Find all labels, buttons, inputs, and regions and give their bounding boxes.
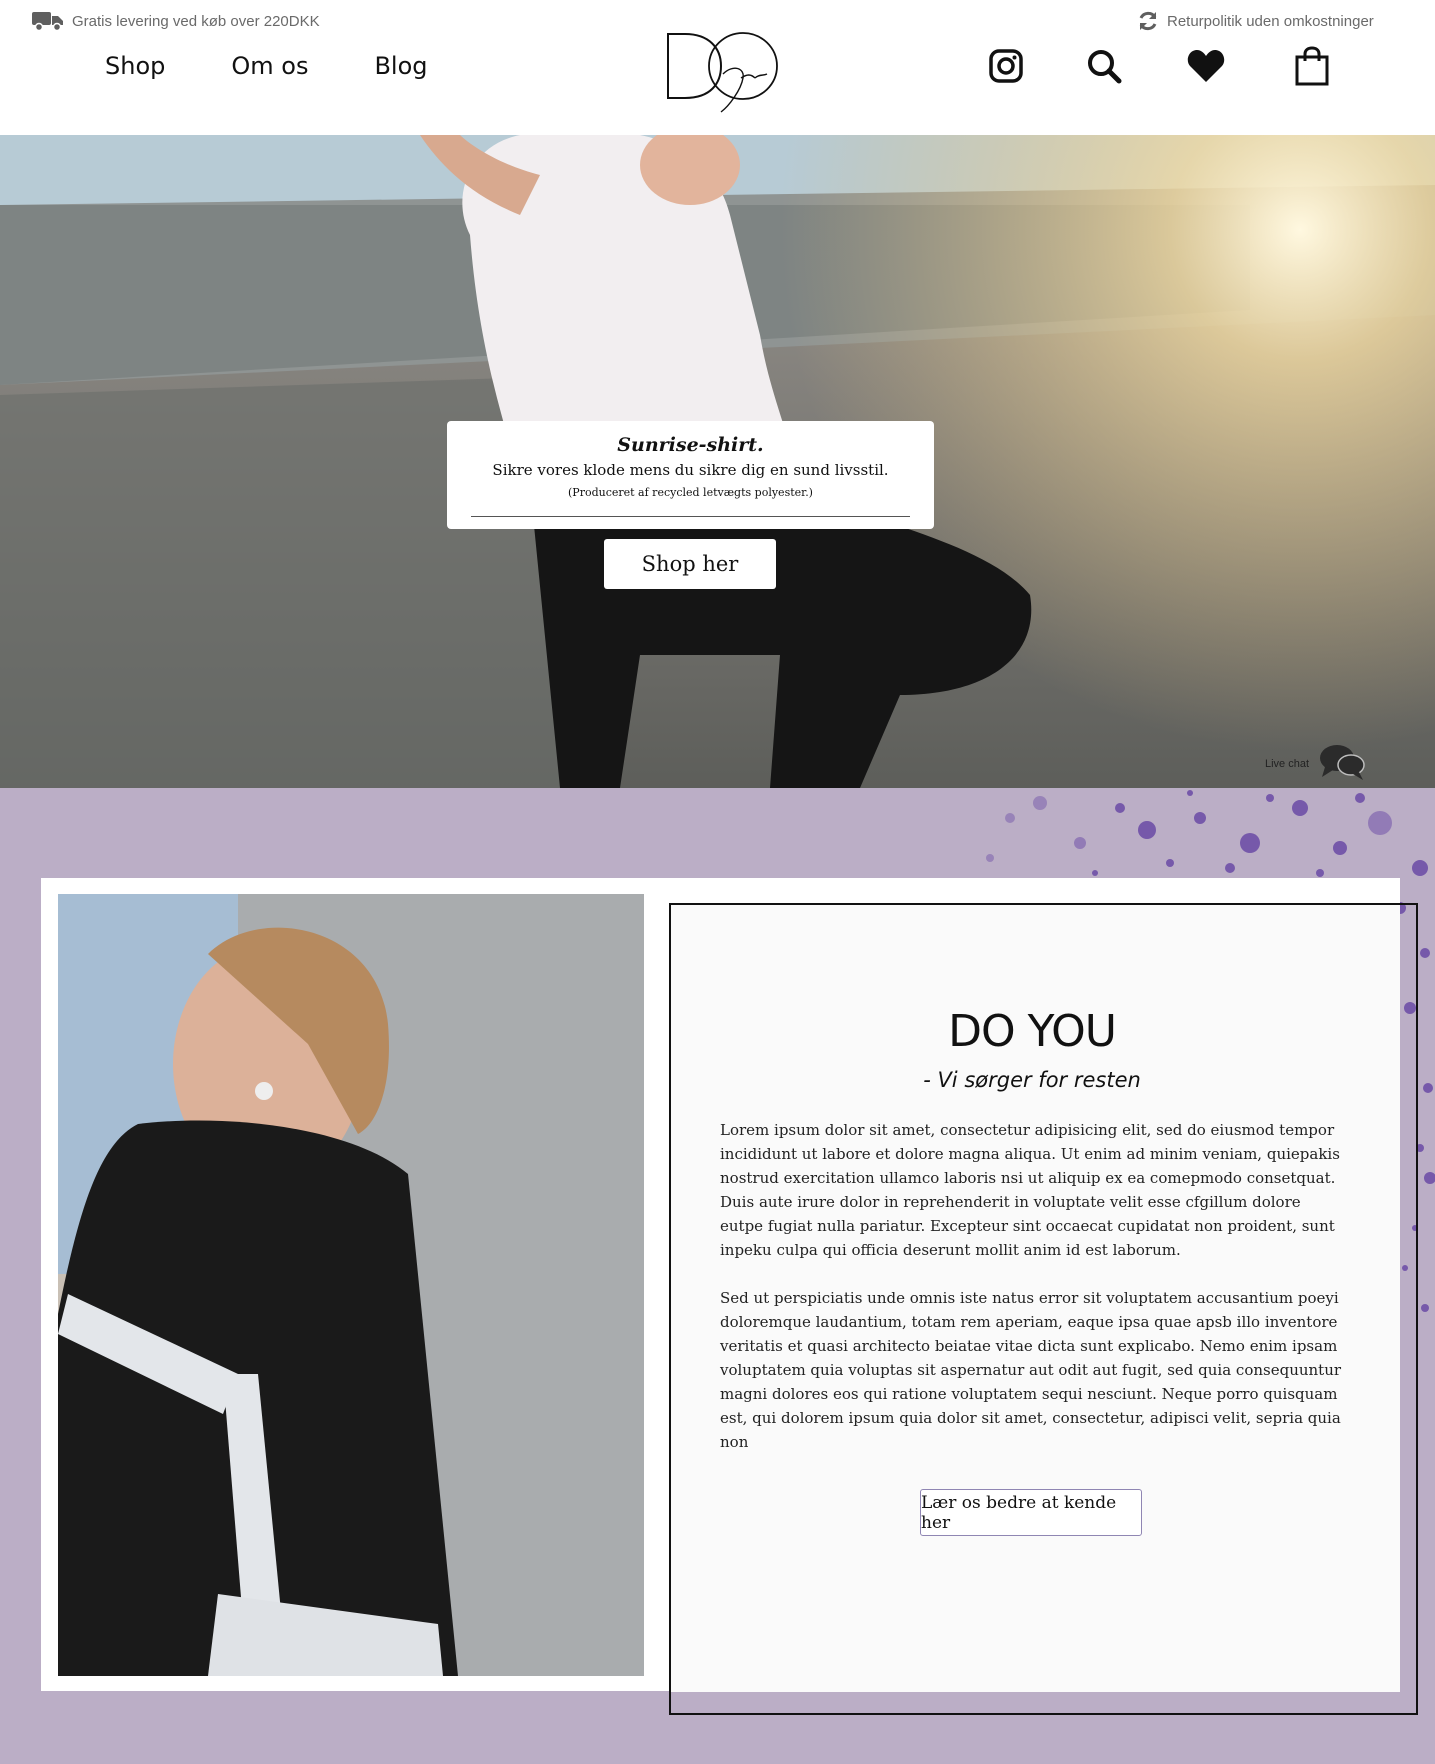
hero-note: (Produceret af recycled letvægts polyest… [568,486,813,499]
site-header: Gratis levering ved køb over 220DKK Retu… [0,0,1435,135]
live-chat-button[interactable]: Live chat [1265,743,1365,784]
hero-card: Sunrise-shirt. Sikre vores klode mens du… [447,421,934,529]
instagram-icon[interactable] [986,46,1026,86]
free-delivery-notice: Gratis levering ved køb over 220DKK [32,10,320,32]
hero-banner: Sunrise-shirt. Sikre vores klode mens du… [0,135,1435,788]
brand-logo[interactable] [663,28,783,118]
return-policy-text: Returpolitik uden omkostninger [1167,12,1374,30]
hero-subtitle: Sikre vores klode mens du sikre dig en s… [492,461,889,479]
refresh-icon [1137,10,1159,32]
truck-icon [32,10,64,32]
about-paragraph-1: Lorem ipsum dolor sit amet, consectetur … [720,1121,1340,1259]
about-section: DO YOU - Vi sørger for resten Lorem ipsu… [0,788,1435,1764]
main-nav: Shop Om os Blog [105,52,428,80]
about-title: DO YOU [948,1006,1117,1057]
about-subtitle: - Vi sørger for resten [923,1068,1141,1092]
divider [471,516,910,517]
free-delivery-text: Gratis levering ved køb over 220DKK [72,12,320,30]
shop-here-button[interactable]: Shop her [604,539,776,589]
hero-title: Sunrise-shirt. [617,434,764,456]
return-policy-notice: Returpolitik uden omkostninger [1137,10,1374,32]
learn-more-button[interactable]: Lær os bedre at kende her [920,1489,1142,1536]
model-photo [58,894,644,1676]
nav-item-shop[interactable]: Shop [105,52,165,80]
search-icon[interactable] [1084,46,1124,86]
about-paragraph-2: Sed ut perspiciatis unde omnis iste natu… [720,1289,1342,1451]
nav-item-blog[interactable]: Blog [374,52,427,80]
heart-icon[interactable] [1186,46,1226,86]
shopping-bag-icon[interactable] [1292,46,1332,86]
nav-item-om-os[interactable]: Om os [231,52,308,80]
chat-bubbles-icon [1319,743,1365,784]
live-chat-label: Live chat [1265,757,1310,770]
